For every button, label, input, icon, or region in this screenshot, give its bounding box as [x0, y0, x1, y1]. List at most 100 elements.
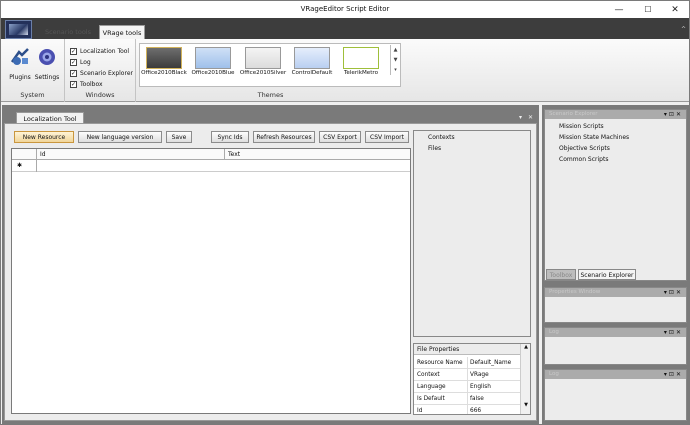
tab-vrage-tools[interactable]: VRage tools [99, 25, 145, 39]
property-divider [467, 381, 468, 393]
theme-controldefault[interactable] [294, 47, 330, 69]
property-divider [467, 369, 468, 381]
panel-controls-icon[interactable]: ▾⊡✕ [664, 111, 683, 118]
theme-office2010black[interactable] [146, 47, 182, 69]
title-bar: VRageEditor Script Editor — ☐ ✕ [1, 1, 689, 18]
toggle-toolbox[interactable]: ✓ Toolbox [70, 80, 103, 89]
property-value[interactable]: English [470, 384, 491, 390]
new-language-version-button[interactable]: New language version [78, 131, 162, 143]
dropdown-icon[interactable]: ▾ [519, 114, 522, 121]
property-divider [467, 393, 468, 405]
application-menu-button[interactable] [5, 20, 32, 39]
grid-divider [36, 149, 37, 172]
property-row[interactable]: Resource Name Default_Name [414, 357, 520, 369]
panel-header: Properties Window ▾⊡✕ [545, 288, 686, 297]
settings-label: Settings [34, 74, 60, 81]
group-label-system: System [20, 91, 45, 99]
checkbox-label: Log [80, 59, 91, 66]
property-value[interactable]: Default_Name [470, 360, 511, 366]
tree-item-mission-state-machines[interactable]: Mission State Machines [559, 134, 629, 141]
group-system: Plugins Settings System [1, 39, 65, 102]
scroll-down-icon[interactable]: ▼ [391, 55, 400, 65]
tree-item-common-scripts[interactable]: Common Scripts [559, 156, 608, 163]
scroll-down-icon[interactable]: ▼ [521, 402, 530, 408]
theme-label: Office2010Blue [191, 70, 235, 76]
plugins-label: Plugins [9, 74, 31, 81]
tree-item-files[interactable]: Files [428, 145, 441, 152]
property-key: Language [417, 384, 446, 390]
toggle-log[interactable]: ✓ Log [70, 58, 91, 67]
secondary-log-panel: Log ▾⊡✕ [544, 369, 687, 421]
checkbox[interactable]: ✓ [70, 59, 77, 66]
scroll-up-icon[interactable]: ▲ [391, 45, 400, 55]
checkbox[interactable]: ✓ [70, 70, 77, 77]
close-button[interactable]: ✕ [661, 1, 689, 18]
checkbox[interactable]: ✓ [70, 48, 77, 55]
plugins-button[interactable]: Plugins [7, 46, 33, 81]
tree-item-objective-scripts[interactable]: Objective Scripts [559, 145, 610, 152]
tab-scenario-explorer[interactable]: Scenario Explorer [578, 269, 636, 280]
theme-label: ControlDefault [291, 70, 333, 76]
property-row[interactable]: Context VRage [414, 369, 520, 381]
plugins-icon [10, 48, 29, 65]
maximize-button[interactable]: ☐ [634, 1, 662, 18]
checkbox-label: Localization Tool [80, 48, 130, 55]
checkbox[interactable]: ✓ [70, 81, 77, 88]
scenario-explorer-panel: Scenario Explorer ▾⊡✕ Mission Scripts Mi… [544, 109, 687, 281]
csv-import-button[interactable]: CSV Import [365, 131, 409, 143]
property-value[interactable]: 666 [470, 408, 481, 414]
panel-controls-icon[interactable]: ▾⊡✕ [664, 289, 683, 296]
gallery-scroll[interactable]: ▲ ▼ ▾ [390, 45, 400, 75]
panel-title: Log [549, 329, 559, 335]
panel-controls-icon[interactable]: ▾⊡✕ [664, 371, 683, 378]
column-header-id[interactable]: Id [40, 151, 46, 158]
property-row[interactable]: Language English [414, 381, 520, 393]
property-row[interactable]: Is Default false [414, 393, 520, 405]
theme-office2010blue[interactable] [195, 47, 231, 69]
tree-item-contexts[interactable]: Contexts [428, 134, 455, 141]
checkbox-label: Scenario Explorer [80, 70, 133, 77]
panel-header: Log ▾⊡✕ [545, 328, 686, 337]
column-header-text[interactable]: Text [228, 151, 240, 158]
settings-button[interactable]: Settings [34, 46, 60, 81]
property-value[interactable]: VRage [470, 372, 489, 378]
property-key: Is Default [417, 396, 445, 402]
resources-grid[interactable]: Id Text ✱ [11, 148, 411, 414]
sync-ids-button[interactable]: Sync Ids [211, 131, 249, 143]
file-properties-title: File Properties [414, 344, 520, 355]
window-title: VRageEditor Script Editor [300, 5, 390, 13]
ribbon-collapse-icon[interactable]: ^ [681, 26, 686, 33]
gallery-expand-icon[interactable]: ▾ [391, 65, 400, 75]
property-row[interactable]: Id 666 [414, 405, 520, 414]
log-panel: Log ▾⊡✕ [544, 327, 687, 365]
theme-telerikmetro[interactable] [343, 47, 379, 69]
group-label-themes: Themes [257, 91, 284, 99]
property-key: Context [417, 372, 440, 378]
grid-divider [224, 149, 225, 160]
new-row[interactable]: ✱ [12, 160, 410, 172]
csv-export-button[interactable]: CSV Export [319, 131, 361, 143]
save-button[interactable]: Save [166, 131, 192, 143]
new-resource-button[interactable]: New Resource [14, 131, 74, 143]
refresh-resources-button[interactable]: Refresh Resources [253, 131, 315, 143]
property-value[interactable]: false [470, 396, 484, 402]
contexts-tree[interactable]: Contexts Files [413, 130, 531, 337]
panel-header: Scenario Explorer ▾⊡✕ [545, 110, 686, 119]
minimize-button[interactable]: — [605, 1, 633, 18]
scroll-up-icon[interactable]: ▲ [521, 344, 530, 350]
property-key: Resource Name [417, 360, 463, 366]
tab-scenario-tools[interactable]: Scenario tools [37, 25, 99, 39]
properties-scrollbar[interactable]: ▲ ▼ [520, 344, 530, 414]
new-row-marker-icon: ✱ [17, 162, 23, 169]
panel-title: Properties Window [549, 289, 601, 295]
tab-toolbox[interactable]: Toolbox [546, 269, 576, 280]
tree-item-mission-scripts[interactable]: Mission Scripts [559, 123, 604, 130]
close-icon[interactable]: ✕ [528, 114, 533, 121]
toggle-scenario-explorer[interactable]: ✓ Scenario Explorer [70, 69, 133, 78]
theme-label: TelerikMetro [343, 70, 379, 76]
toggle-localization-tool[interactable]: ✓ Localization Tool [70, 47, 129, 56]
theme-office2010silver[interactable] [245, 47, 281, 69]
property-divider [467, 357, 468, 369]
panel-controls-icon[interactable]: ▾⊡✕ [664, 329, 683, 336]
panel-header: Log ▾⊡✕ [545, 370, 686, 379]
